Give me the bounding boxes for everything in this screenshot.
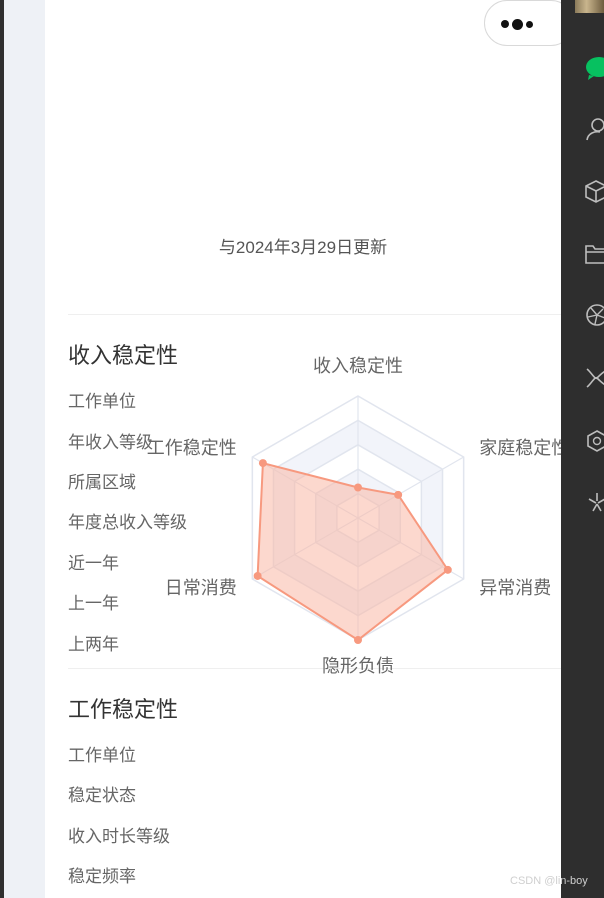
radar-data-point — [394, 490, 403, 499]
box-icon[interactable] — [585, 179, 604, 203]
work-row-work-unit: 工作单位 — [68, 746, 136, 765]
income-row-work-unit: 工作单位 — [68, 392, 136, 411]
watermark: CSDN @lin-boy — [510, 875, 588, 887]
work-row-frequency: 稳定频率 — [68, 867, 136, 886]
miniprogram-icon[interactable] — [585, 429, 604, 453]
chat-icon[interactable] — [585, 56, 604, 80]
folder-icon[interactable] — [585, 241, 604, 265]
radar-indicator-label: 隐形负债 — [322, 656, 394, 676]
radar-indicator-label: 日常消费 — [165, 578, 237, 598]
income-row-two-years-ago: 上两年 — [68, 635, 119, 654]
more-dots-icon — [501, 18, 533, 30]
work-row-status: 稳定状态 — [68, 786, 136, 805]
search-icon[interactable] — [585, 491, 604, 515]
radar-data-point — [354, 636, 362, 644]
left-window-edge — [0, 0, 4, 898]
radar-indicator-label: 工作稳定性 — [147, 438, 237, 458]
income-row-region: 所属区域 — [68, 473, 136, 492]
radar-indicator-label: 异常消费 — [479, 578, 551, 598]
moments-icon[interactable] — [585, 303, 604, 327]
update-date-text: 与2024年3月29日更新 — [218, 238, 388, 257]
radar-data-point — [354, 483, 362, 492]
radar-indicator-label: 家庭稳定性 — [479, 438, 561, 458]
radar-data-point — [443, 565, 452, 574]
content-card: 与2024年3月29日更新 收入稳定性 工作单位 年收入等级 所属区域 年度总收… — [45, 0, 561, 898]
income-row-prev-year: 上一年 — [68, 594, 119, 613]
radar-data-point — [253, 571, 262, 580]
work-section-title: 工作稳定性 — [68, 697, 179, 722]
radar-indicator-label: 收入稳定性 — [313, 356, 403, 376]
section-divider — [68, 314, 561, 315]
income-row-last-year: 近一年 — [68, 554, 119, 573]
avatar[interactable] — [575, 0, 604, 13]
radar-chart: 收入稳定性家庭稳定性异常消费隐形负债 日常消费 工作稳定性 — [147, 356, 561, 676]
channels-icon[interactable] — [585, 366, 604, 390]
contacts-icon[interactable] — [585, 117, 604, 141]
work-row-duration-level: 收入时长等级 — [68, 827, 170, 846]
radar-data-point — [258, 459, 267, 468]
